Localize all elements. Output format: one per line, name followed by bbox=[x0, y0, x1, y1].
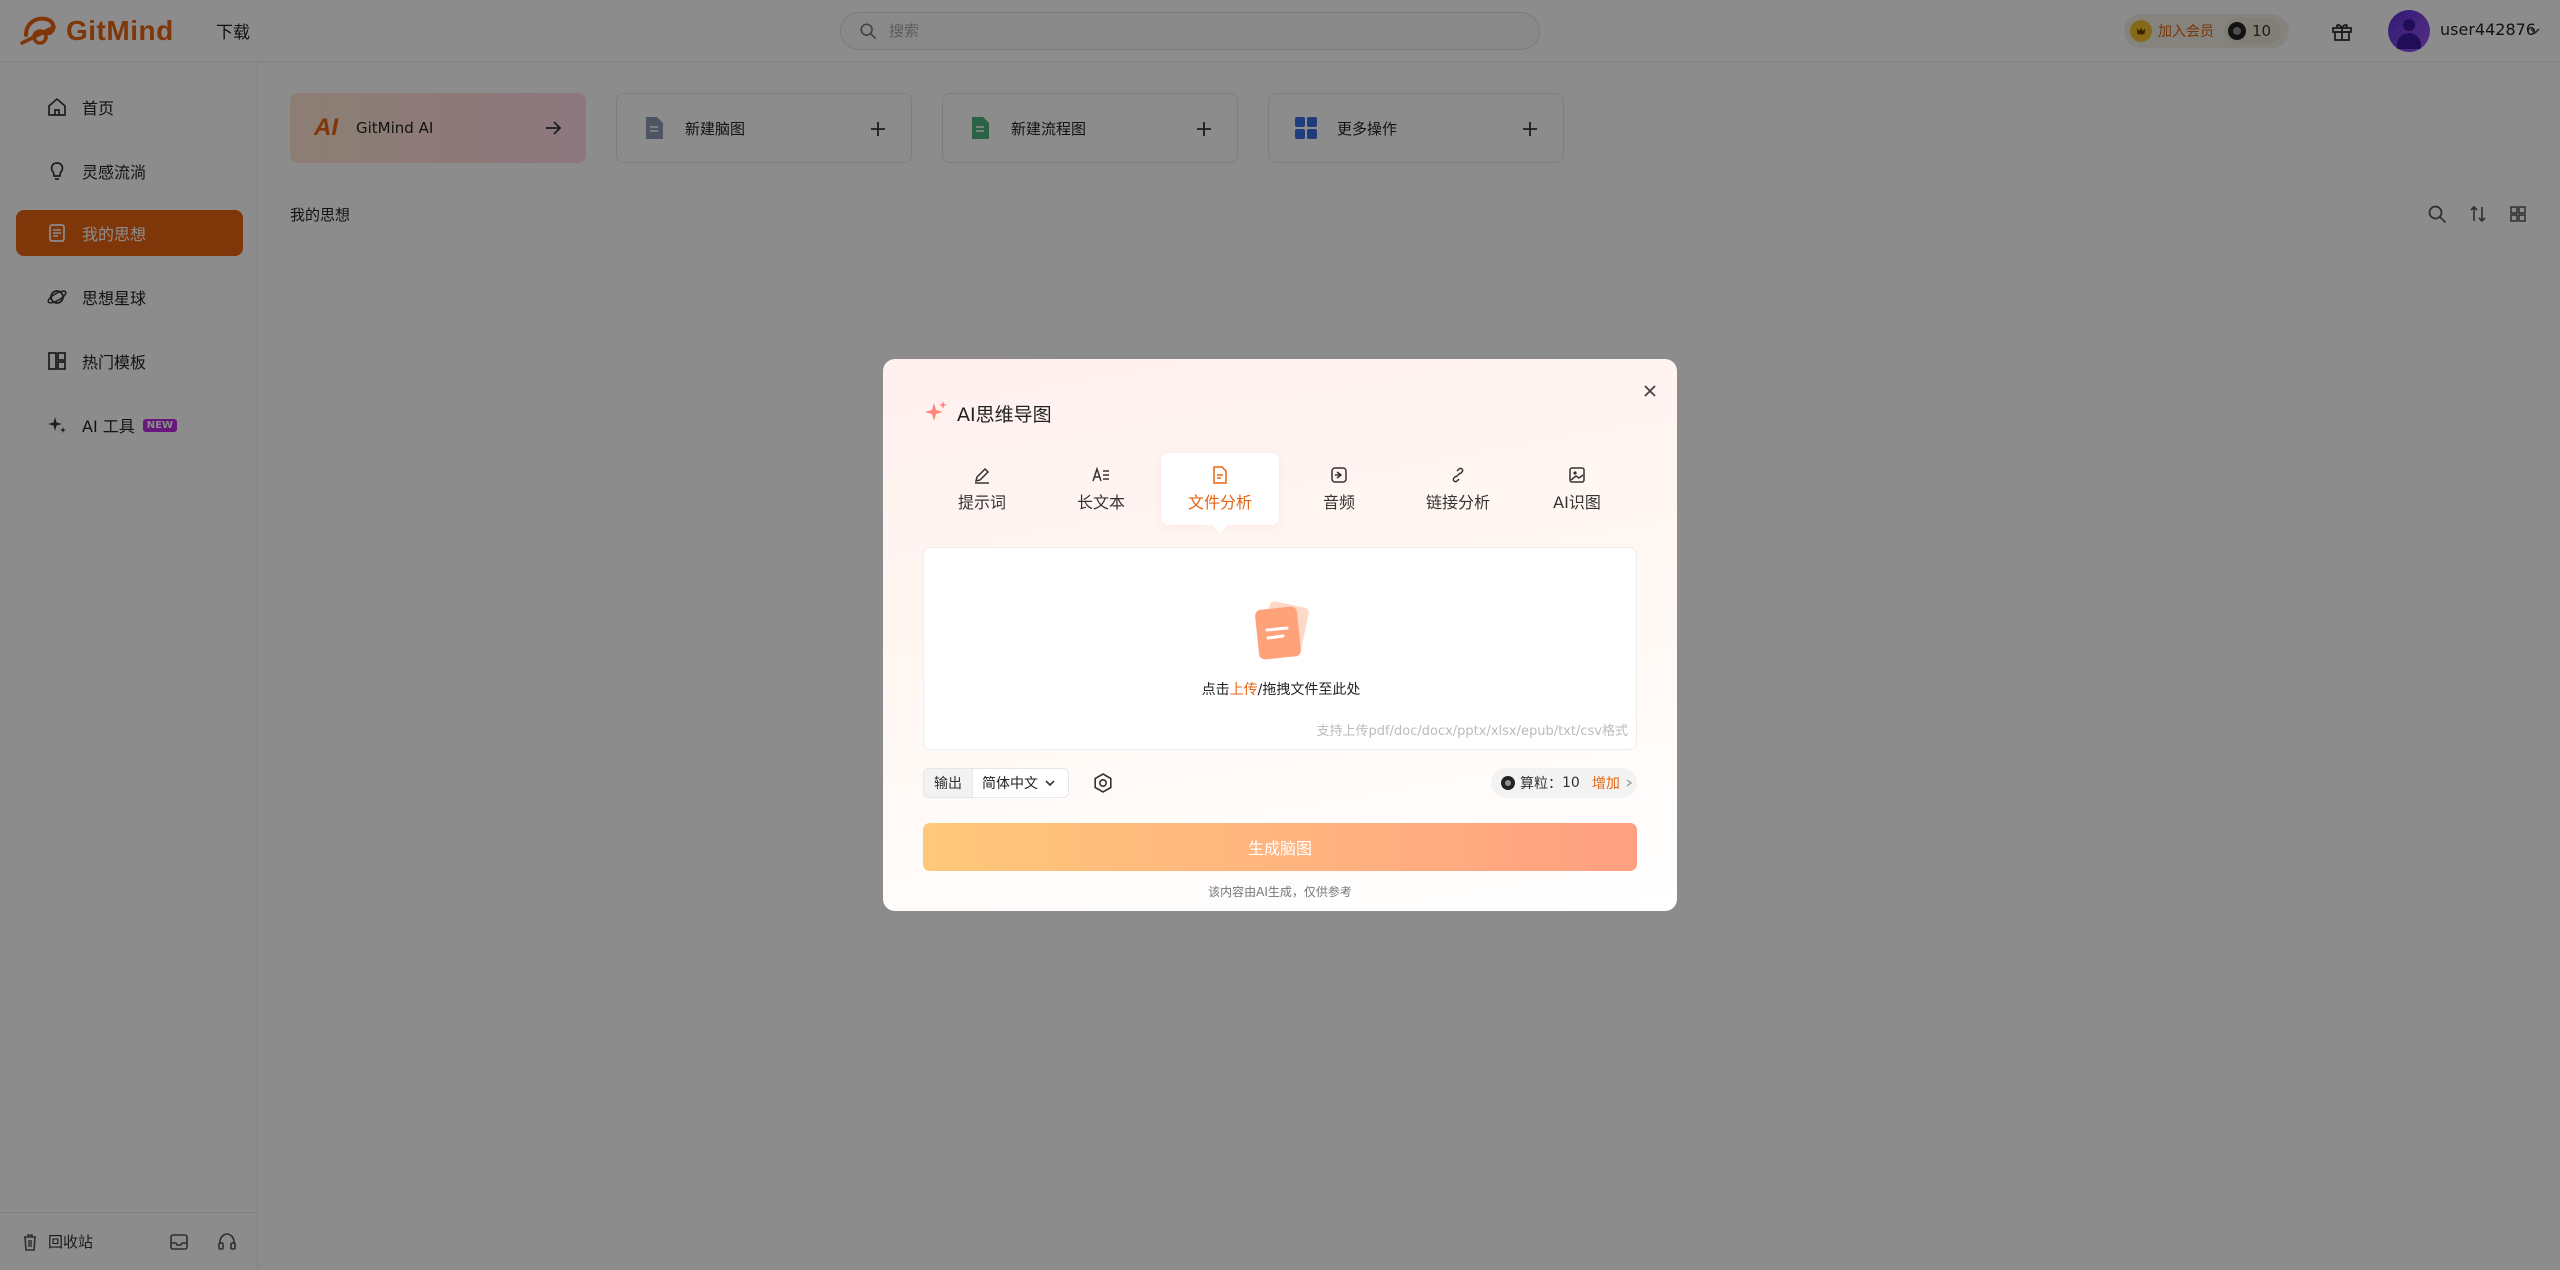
supported-formats-hint: 支持上传pdf/doc/docx/pptx/xlsx/epub/txt/csv格… bbox=[1316, 724, 1628, 739]
upload-link[interactable]: 上传 bbox=[1230, 682, 1258, 698]
tab-prompt[interactable]: 提示词 bbox=[923, 453, 1041, 525]
dialog-title: AI思维导图 bbox=[957, 404, 1052, 426]
language-select[interactable]: 简体中文 bbox=[973, 768, 1069, 798]
upload-suffix: /拖拽文件至此处 bbox=[1257, 682, 1361, 698]
audio-icon bbox=[1331, 467, 1347, 483]
input-mode-tabs: 提示词 长文本 文件分析 音频 链接分析 AI识图 bbox=[923, 453, 1639, 533]
file-icon bbox=[1213, 466, 1227, 484]
credits-label: 算粒： bbox=[1520, 776, 1562, 792]
upload-prefix: 点击 bbox=[1201, 682, 1230, 698]
upload-document-icon bbox=[1255, 601, 1309, 660]
credits-balance: 算粒： 10 增加 bbox=[1491, 768, 1637, 798]
image-icon bbox=[1569, 467, 1585, 483]
file-upload-dropzone[interactable]: 点击上传/拖拽文件至此处 支持上传pdf/doc/docx/pptx/xlsx/… bbox=[923, 547, 1637, 750]
settings-icon[interactable] bbox=[1092, 772, 1114, 794]
tab-link-analysis[interactable]: 链接分析 bbox=[1399, 453, 1517, 525]
sparkle-icon bbox=[925, 401, 947, 421]
tab-long-text[interactable]: 长文本 bbox=[1042, 453, 1160, 525]
chevron-down-icon bbox=[1045, 780, 1055, 787]
tab-label: AI识图 bbox=[1553, 493, 1601, 512]
ai-disclaimer: 该内容由AI生成，仅供参考 bbox=[1208, 885, 1352, 899]
pen-icon bbox=[974, 467, 990, 484]
app-root: GitMind 下载 加入会员 10 user442876 bbox=[0, 0, 2560, 1270]
tab-ai-image[interactable]: AI识图 bbox=[1518, 453, 1636, 525]
chevron-right-icon[interactable] bbox=[1624, 778, 1634, 788]
tab-file-analysis[interactable]: 文件分析 bbox=[1161, 453, 1279, 533]
credit-coin-icon bbox=[1501, 776, 1515, 790]
tab-label: 音频 bbox=[1322, 493, 1355, 512]
output-label: 输出 bbox=[923, 768, 973, 798]
text-icon bbox=[1092, 466, 1109, 482]
credits-value: 10 bbox=[1562, 775, 1580, 791]
add-credits-link[interactable]: 增加 bbox=[1592, 773, 1620, 793]
tab-label: 长文本 bbox=[1076, 493, 1125, 512]
link-icon bbox=[1452, 467, 1464, 483]
tab-label: 提示词 bbox=[957, 493, 1006, 512]
tab-label: 文件分析 bbox=[1187, 493, 1252, 512]
ai-mindmap-dialog: AI思维导图 提示词 长文本 文件分析 音频 链接分析 AI识图 点击上传/拖拽… bbox=[883, 359, 1677, 911]
generate-mindmap-button[interactable]: 生成脑图 bbox=[923, 823, 1637, 871]
upload-instruction: 点击上传/拖拽文件至此处 bbox=[924, 679, 1638, 699]
tab-label: 链接分析 bbox=[1425, 493, 1490, 512]
language-value: 简体中文 bbox=[982, 776, 1038, 792]
tab-audio[interactable]: 音频 bbox=[1280, 453, 1398, 525]
close-icon[interactable] bbox=[1640, 381, 1660, 401]
